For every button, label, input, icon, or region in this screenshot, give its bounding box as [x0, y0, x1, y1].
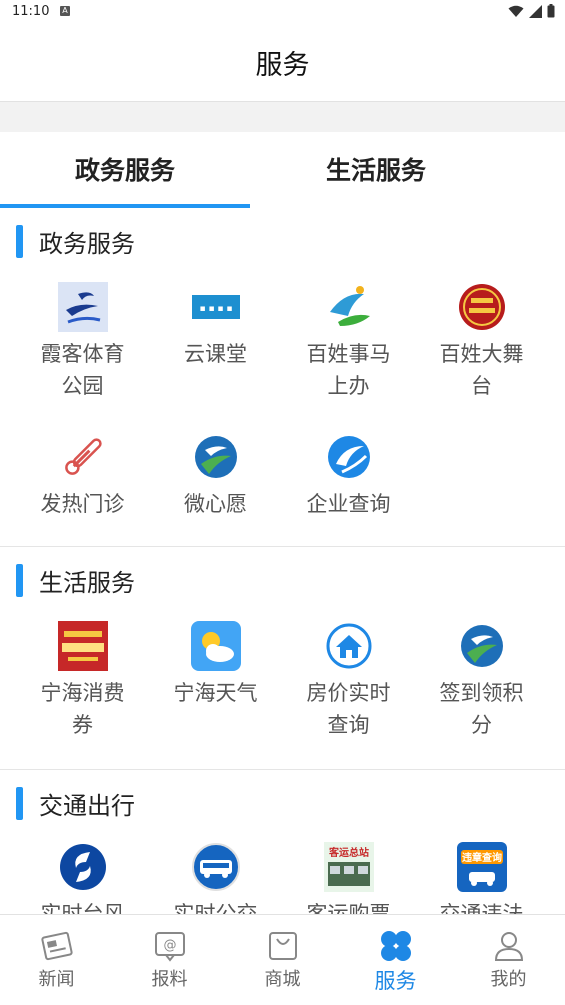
enterprise-query-icon: [324, 432, 374, 482]
wifi-icon: [508, 5, 524, 17]
service-label: 房价实时 查询: [306, 681, 391, 737]
nav-news[interactable]: 新闻: [0, 915, 113, 1005]
service-label: 客运购票: [306, 902, 391, 914]
section-title: 生活服务: [39, 568, 135, 597]
xiake-sports-icon: [57, 282, 108, 332]
coach-ticket-icon: 客运总站: [323, 842, 374, 892]
service-label: 微心愿: [184, 492, 247, 516]
notification-icon: A: [60, 6, 70, 16]
checkin-icon: [457, 621, 507, 671]
stage-icon: [457, 282, 507, 332]
service-item-typhoon[interactable]: 实时台风: [16, 842, 149, 914]
service-item-stage[interactable]: 百姓大舞台: [415, 282, 548, 402]
service-item-house-price[interactable]: 房价实时 查询: [282, 621, 415, 741]
service-label: 云课堂: [184, 342, 247, 366]
section-header: 交通出行: [16, 786, 135, 820]
profile-icon: [492, 929, 526, 963]
section-government: 政务服务 霞客体育 公园 ▪ ▪ ▪ ▪ 云课堂 百姓事马 上办 百姓大舞 台 …: [0, 208, 565, 546]
tab-government-services[interactable]: 政务服务: [0, 132, 250, 208]
status-bar: 11:10 A: [0, 0, 565, 24]
system-icons: [508, 4, 555, 18]
violation-badge-text: 违章查询: [462, 851, 502, 864]
section-accent-bar: [16, 563, 23, 597]
service-label: 百姓事马 上办: [306, 342, 391, 398]
service-label: 发热门诊: [40, 492, 125, 516]
nav-label: 报料: [151, 969, 188, 990]
nav-label: 商城: [264, 969, 301, 990]
service-item-coach-ticket[interactable]: 客运总站 客运购票: [282, 842, 415, 914]
service-item-bus[interactable]: 实时公交: [149, 842, 282, 914]
section-header: 生活服务: [16, 563, 135, 597]
service-item-quick-service[interactable]: 百姓事马 上办: [282, 282, 415, 402]
service-item-xiake-park[interactable]: 霞客体育 公园: [16, 282, 149, 402]
coupon-icon: [57, 621, 108, 671]
report-icon: @: [153, 929, 187, 963]
bus-icon: [191, 842, 241, 892]
section-title: 交通出行: [39, 791, 135, 820]
section-transport: 交通出行 实时台风 实时公交 客运总站 客运购票 违章查询 交通违法: [0, 770, 565, 914]
house-icon: [324, 621, 374, 671]
svg-text:@: @: [163, 938, 176, 953]
tab-bar: 政务服务 生活服务: [0, 132, 565, 208]
status-time: 11:10: [12, 4, 50, 19]
service-item-checkin[interactable]: 签到领积分: [415, 621, 548, 741]
bottom-navigation: 新闻 @ 报料 商城 服务 我的: [0, 914, 565, 1005]
coach-badge-text: 客运总站: [328, 846, 369, 859]
service-label: 宁海消费券: [40, 681, 125, 737]
section-accent-bar: [16, 224, 23, 258]
weather-icon: [190, 621, 241, 671]
service-label: 百姓大舞台: [439, 342, 524, 398]
page-title: 服务: [0, 24, 565, 102]
nav-label: 新闻: [38, 969, 75, 990]
nav-mine[interactable]: 我的: [452, 915, 565, 1005]
battery-icon: [547, 4, 555, 18]
quick-service-icon: [324, 282, 374, 332]
newspaper-icon: [40, 929, 74, 963]
service-item-fever-clinic[interactable]: 发热门诊: [16, 432, 149, 520]
section-accent-bar: [16, 786, 23, 820]
shopping-bag-icon: [266, 929, 300, 963]
section-life: 生活服务 宁海消费券 宁海天气 房价实时 查询 签到领积 分: [0, 547, 565, 769]
tab-life-services[interactable]: 生活服务: [251, 132, 501, 208]
section-header: 政务服务: [16, 224, 135, 258]
service-item-micro-wish[interactable]: 微心愿: [149, 432, 282, 520]
service-grid-icon: [379, 929, 413, 963]
service-label: 宁海天气: [173, 681, 258, 705]
service-item-traffic-violation[interactable]: 违章查询 交通违法: [415, 842, 548, 914]
thermometer-icon: [58, 432, 108, 482]
signal-icon: [529, 4, 542, 18]
service-label: 签到领积分: [439, 681, 524, 737]
svg-text:▪ ▪ ▪ ▪: ▪ ▪ ▪ ▪: [199, 304, 232, 314]
service-label: 实时台风: [40, 902, 125, 914]
service-item-cloud-class[interactable]: ▪ ▪ ▪ ▪ 云课堂: [149, 282, 282, 370]
service-label: 交通违法: [439, 902, 524, 914]
service-item-coupon[interactable]: 宁海消费券: [16, 621, 149, 741]
micro-wish-icon: [191, 432, 241, 482]
traffic-violation-icon: 违章查询: [456, 842, 507, 892]
nav-report[interactable]: @ 报料: [113, 915, 226, 1005]
cloud-class-icon: ▪ ▪ ▪ ▪: [191, 282, 241, 332]
nav-label: 服务: [374, 969, 417, 993]
nav-label: 我的: [490, 969, 527, 990]
spacer: [0, 102, 565, 132]
service-item-enterprise-query[interactable]: 企业查询: [282, 432, 415, 520]
nav-mall[interactable]: 商城: [226, 915, 339, 1005]
service-item-weather[interactable]: 宁海天气: [149, 621, 282, 709]
service-label: 霞客体育 公园: [40, 342, 125, 398]
section-title: 政务服务: [39, 229, 135, 258]
typhoon-icon: [58, 842, 108, 892]
service-label: 实时公交: [173, 902, 258, 914]
service-label: 企业查询: [306, 492, 391, 516]
nav-service[interactable]: 服务: [339, 915, 452, 1005]
